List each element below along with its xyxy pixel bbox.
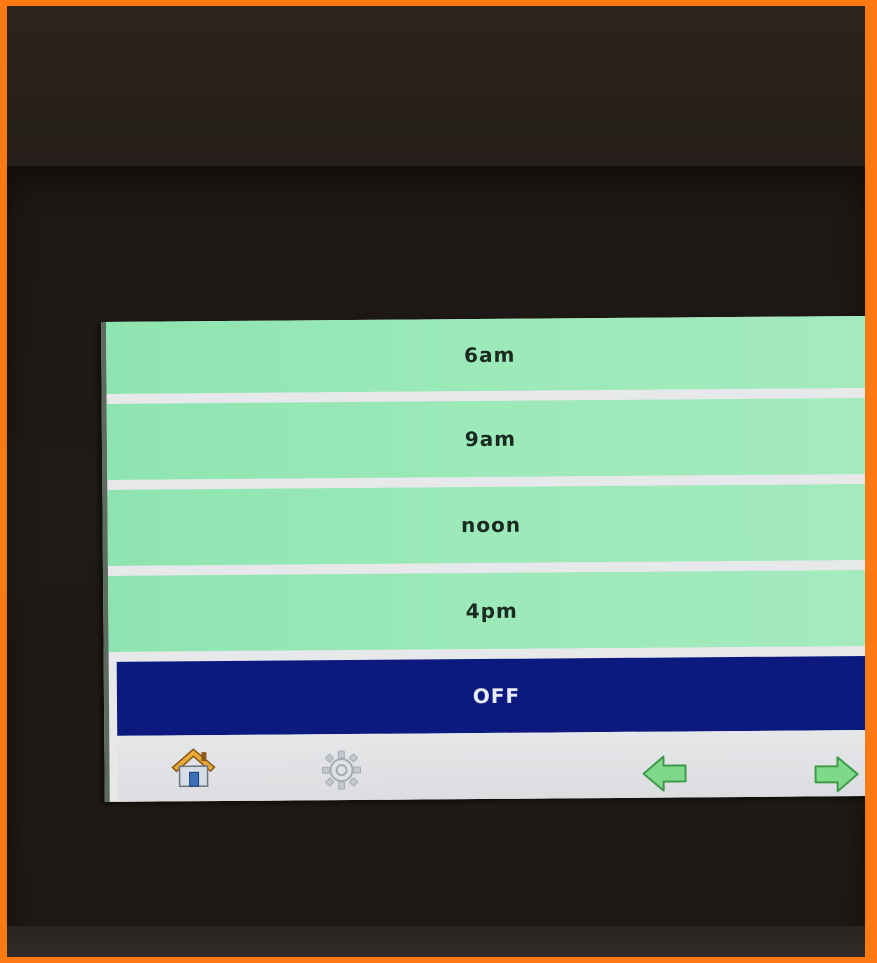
- device-bezel-edge: [7, 926, 865, 957]
- option-6am[interactable]: 6am: [105, 315, 865, 394]
- settings-button[interactable]: [313, 744, 369, 796]
- option-label: 4pm: [465, 598, 518, 624]
- home-button[interactable]: [165, 741, 221, 793]
- home-icon: [171, 748, 216, 788]
- option-label: noon: [461, 512, 522, 538]
- option-label: 6am: [464, 342, 516, 368]
- back-button[interactable]: [637, 747, 693, 799]
- forward-button[interactable]: [807, 748, 863, 800]
- photo-background: 6am 9am noon 4pm OFF: [7, 6, 865, 957]
- gear-icon: [322, 750, 362, 790]
- touch-screen: 6am 9am noon 4pm OFF: [101, 315, 865, 802]
- bottom-toolbar: [117, 729, 865, 802]
- option-noon[interactable]: noon: [107, 483, 865, 566]
- arrow-left-icon: [642, 755, 687, 792]
- arrow-right-icon: [814, 756, 859, 793]
- option-9am[interactable]: 9am: [106, 397, 865, 480]
- option-off[interactable]: OFF: [116, 655, 865, 736]
- option-label: 9am: [464, 426, 517, 452]
- option-label: OFF: [472, 683, 521, 709]
- option-4pm[interactable]: 4pm: [107, 569, 865, 652]
